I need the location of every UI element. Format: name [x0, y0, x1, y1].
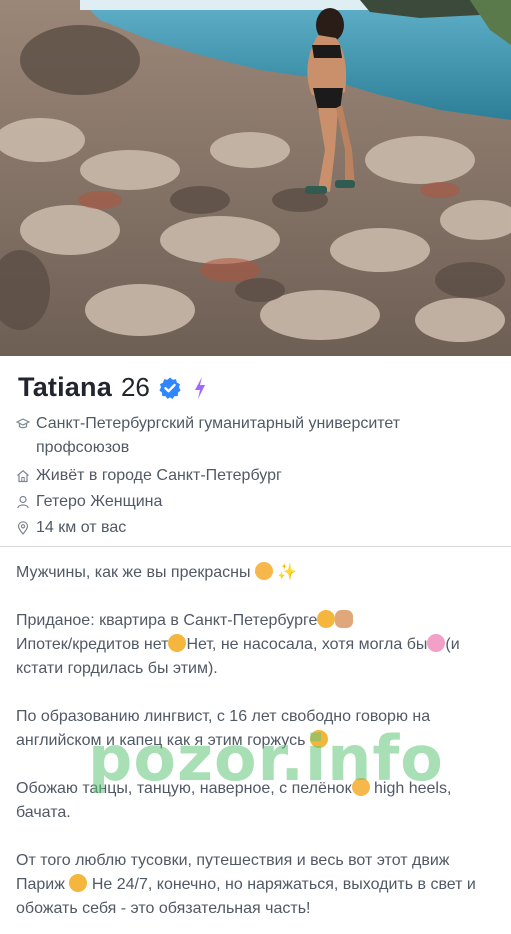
- bio-line-1: Мужчины, как же вы прекрасны: [16, 564, 251, 581]
- detail-city-text: Живёт в городе Санкт-Петербург: [36, 467, 282, 484]
- profile-photo-image: [0, 0, 511, 356]
- grin-emoji-icon: [317, 610, 336, 628]
- graduation-cap-icon: [16, 418, 30, 429]
- bio-line-3a: Ипотек/кредитов нет: [16, 636, 169, 653]
- profile-name: Tatiana: [18, 372, 112, 402]
- grin-emoji-icon: [168, 634, 187, 652]
- bio-line-5a: Обожаю танцы, танцую, наверное, с пелёно…: [16, 780, 352, 797]
- person-icon: [17, 495, 29, 509]
- bio-line-3b: Нет, не насосала, хотя могла бы: [186, 636, 428, 653]
- detail-distance: 14 км от вас: [16, 516, 486, 540]
- flower-emoji-icon: [427, 634, 446, 652]
- section-divider: [0, 546, 511, 547]
- grin-emoji-icon: [69, 874, 88, 892]
- ok-hand-emoji-icon: [335, 610, 354, 628]
- sparkles-emoji-icon: ✨: [272, 564, 298, 581]
- lightning-icon[interactable]: [192, 376, 208, 400]
- detail-city: Живёт в городе Санкт-Петербург: [16, 464, 486, 488]
- detail-orientation: Гетеро Женщина: [16, 490, 486, 514]
- detail-orientation-text: Гетеро Женщина: [36, 493, 163, 510]
- bio-line-2: Приданое: квартира в Санкт-Петербурге: [16, 612, 318, 629]
- profile-age: 26: [120, 372, 150, 402]
- location-pin-icon: [17, 521, 29, 535]
- smiling-hearts-emoji-icon: [351, 778, 370, 796]
- detail-school: Санкт-Петербургский гуманитарный универс…: [16, 412, 486, 460]
- profile-header: Tatiana 26: [18, 372, 208, 403]
- smiling-hearts-emoji-icon: [254, 562, 273, 580]
- home-icon: [17, 470, 29, 483]
- detail-distance-text: 14 км от вас: [36, 519, 127, 536]
- verified-badge-icon[interactable]: [158, 376, 182, 400]
- bio-line-4: По образованию лингвист, с 16 лет свобод…: [16, 708, 435, 749]
- profile-details: Санкт-Петербургский гуманитарный универс…: [16, 412, 486, 540]
- profile-bio: Мужчины, как же вы прекрасны ✨ Приданое:…: [16, 561, 496, 921]
- zany-face-emoji-icon: [309, 730, 328, 748]
- detail-school-text: Санкт-Петербургский гуманитарный универс…: [36, 415, 401, 456]
- profile-photo[interactable]: [0, 0, 511, 356]
